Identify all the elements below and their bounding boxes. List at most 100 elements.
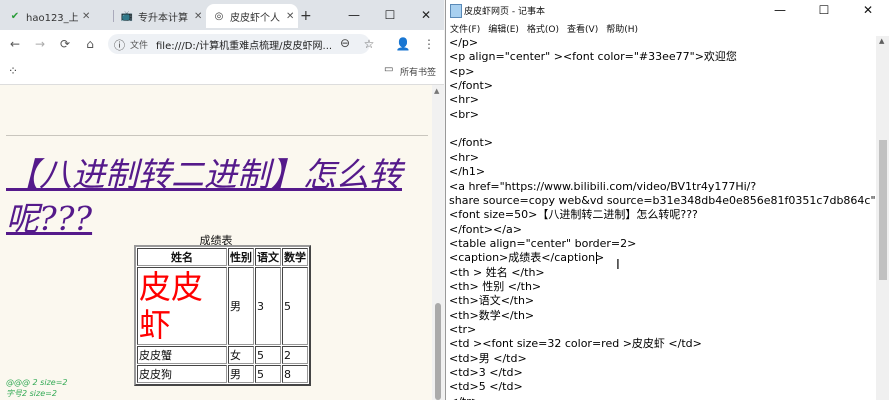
editor-line: <th>数学</th>	[449, 308, 535, 322]
menu-help[interactable]: 帮助(H)	[602, 20, 642, 36]
editor-line: </h1>	[449, 165, 486, 179]
address-bar[interactable]: ⓘ 文件 file:///D:/计算机重难点梳理/皮皮虾网... ⊖	[108, 34, 370, 54]
menu-edit[interactable]: 编辑(E)	[484, 20, 523, 36]
green-text-line: @@@ 2 size=2	[6, 378, 68, 387]
globe-icon: ◎	[214, 10, 224, 22]
minimize-button[interactable]: —	[758, 0, 802, 20]
editor-line: <p>	[449, 64, 475, 78]
editor-line: <font size=50>【八进制转二进制】怎么转呢???	[449, 208, 698, 222]
apps-icon[interactable]: ⁘	[8, 64, 18, 78]
heading-link[interactable]: 【八进制转二进制】怎么转呢???	[6, 153, 426, 241]
text-cursor-icon: I	[616, 258, 620, 273]
table-row: 皮皮狗 男 5 8	[137, 365, 308, 383]
header-gender: 性别	[228, 248, 254, 266]
maximize-button[interactable]: ☐	[802, 0, 846, 20]
bookmark-star-icon[interactable]: ☆	[360, 35, 378, 53]
tab-hao123[interactable]: ✔ hao123_上 ✕	[2, 4, 112, 28]
editor-line: <p align="center" ><font color="#33ee77"…	[449, 50, 737, 64]
tab-pipixia-active[interactable]: ◎ 皮皮虾个人 ✕	[206, 4, 298, 28]
editor-line: </p>	[449, 36, 479, 49]
scrollbar-thumb[interactable]	[879, 140, 887, 280]
editor-line: </tr>	[449, 395, 480, 400]
cell-name: 皮皮虾	[137, 267, 227, 345]
scroll-up-icon[interactable]: ▲	[434, 87, 439, 95]
cell-math: 8	[282, 365, 308, 383]
menu-icon[interactable]: ⋮	[420, 35, 438, 53]
plus-icon: +	[300, 8, 312, 24]
tab-label: 皮皮虾个人	[230, 12, 280, 24]
browser-toolbar: ← → ⟳ ⌂ ⓘ 文件 file:///D:/计算机重难点梳理/皮皮虾网...…	[0, 30, 444, 58]
editor-line: <td>3 </td>	[449, 366, 523, 380]
all-bookmarks-button[interactable]: 所有书签	[400, 65, 436, 78]
back-icon[interactable]: ←	[6, 35, 24, 53]
window-title: 皮皮虾网页 - 记事本	[464, 7, 545, 17]
notepad-menubar: 文件(F) 编辑(E) 格式(O) 查看(V) 帮助(H)	[446, 20, 889, 36]
browser-window: ✔ hao123_上 ✕ 📺 专升本计算 ✕ ◎ 皮皮虾个人 ✕ + — ☐ ✕…	[0, 0, 444, 400]
table-row: 皮皮蟹 女 5 2	[137, 346, 308, 364]
url-text[interactable]: file:///D:/计算机重难点梳理/皮皮虾网...	[156, 37, 336, 52]
editor-line: <br>	[449, 107, 479, 121]
new-tab-button[interactable]: +	[294, 4, 314, 28]
cell-gender: 女	[228, 346, 254, 364]
close-button[interactable]: ✕	[408, 0, 444, 30]
profile-icon[interactable]: 👤	[394, 35, 412, 53]
editor-line: <th>语文</th>	[449, 294, 535, 308]
editor-line: <td ><font size=32 color=red >皮皮虾 </td>	[449, 337, 702, 351]
menu-format[interactable]: 格式(O)	[523, 20, 563, 36]
cell-gender: 男	[228, 267, 254, 345]
cell-math: 2	[282, 346, 308, 364]
web-page-content: 【八进制转二进制】怎么转呢??? 成绩表 姓名 性别 语文 数学 皮皮虾 男 3…	[0, 85, 432, 400]
tab-bilibili[interactable]: 📺 专升本计算 ✕	[114, 4, 206, 28]
header-chinese: 语文	[255, 248, 281, 266]
green-text-line: 字号2 size=2	[6, 389, 57, 398]
cell-chinese: 5	[255, 346, 281, 364]
tab-label: 专升本计算	[138, 12, 188, 24]
text-editor-area[interactable]: </p> <p align="center" ><font color="#33e…	[446, 36, 876, 400]
editor-line: </font>	[449, 136, 494, 150]
notepad-window-controls: — ☐ ✕	[758, 0, 889, 20]
bookmarks-bar: ⁘ ▭ 所有书签	[0, 58, 444, 85]
scroll-up-icon[interactable]: ▲	[879, 37, 884, 45]
editor-line: <tr>	[449, 323, 477, 336]
close-icon[interactable]: ✕	[82, 11, 90, 22]
page-scrollbar[interactable]: ▲	[432, 85, 444, 400]
editor-line: <th > 姓名 </th>	[449, 265, 545, 279]
close-button[interactable]: ✕	[846, 0, 889, 20]
notepad-window: 皮皮虾网页 - 记事本 — ☐ ✕ 文件(F) 编辑(E) 格式(O) 查看(V…	[445, 0, 889, 400]
tab-strip: ✔ hao123_上 ✕ 📺 专升本计算 ✕ ◎ 皮皮虾个人 ✕ + — ☐ ✕	[0, 0, 444, 30]
table-header-row: 姓名 性别 语文 数学	[137, 248, 308, 266]
editor-line: <th> 性别 </th>	[449, 279, 542, 293]
editor-line: <td>男 </td>	[449, 351, 527, 365]
cell-name: 皮皮狗	[137, 365, 227, 383]
zoom-icon[interactable]: ⊖	[340, 36, 350, 50]
editor-line: <caption>成绩表</caption>	[449, 251, 605, 265]
forward-icon[interactable]: →	[31, 35, 49, 53]
menu-file[interactable]: 文件(F)	[446, 20, 484, 36]
header-name: 姓名	[137, 248, 227, 266]
minimize-button[interactable]: —	[336, 0, 372, 30]
editor-line: share source=copy web&vd source=b31e348d…	[449, 193, 876, 207]
reload-icon[interactable]: ⟳	[56, 35, 74, 53]
hao123-favicon-icon: ✔	[10, 10, 20, 22]
info-icon[interactable]: ⓘ	[114, 37, 125, 53]
score-table: 姓名 性别 语文 数学 皮皮虾 男 3 5 皮皮蟹 女 5 2 皮皮狗 男 5	[134, 245, 311, 386]
editor-line: <hr>	[449, 150, 479, 164]
folder-icon: ▭	[384, 64, 394, 75]
notepad-app-icon	[450, 4, 462, 18]
editor-line: <hr>	[449, 93, 479, 107]
editor-line: <a href="https://www.bilibili.com/video/…	[449, 179, 757, 193]
home-icon[interactable]: ⌂	[81, 35, 99, 53]
cell-math: 5	[282, 267, 308, 345]
notepad-scrollbar[interactable]: ▲	[876, 36, 889, 400]
maximize-button[interactable]: ☐	[372, 0, 408, 30]
cell-chinese: 5	[255, 365, 281, 383]
cell-gender: 男	[228, 365, 254, 383]
tab-label: hao123_上	[26, 12, 78, 24]
table-row: 皮皮虾 男 3 5	[137, 267, 308, 345]
close-icon[interactable]: ✕	[194, 11, 202, 22]
cell-name: 皮皮蟹	[137, 346, 227, 364]
editor-line: </font></a>	[449, 222, 522, 236]
editor-line: </font>	[449, 79, 494, 93]
menu-view[interactable]: 查看(V)	[563, 20, 602, 36]
scrollbar-thumb[interactable]	[435, 303, 441, 400]
